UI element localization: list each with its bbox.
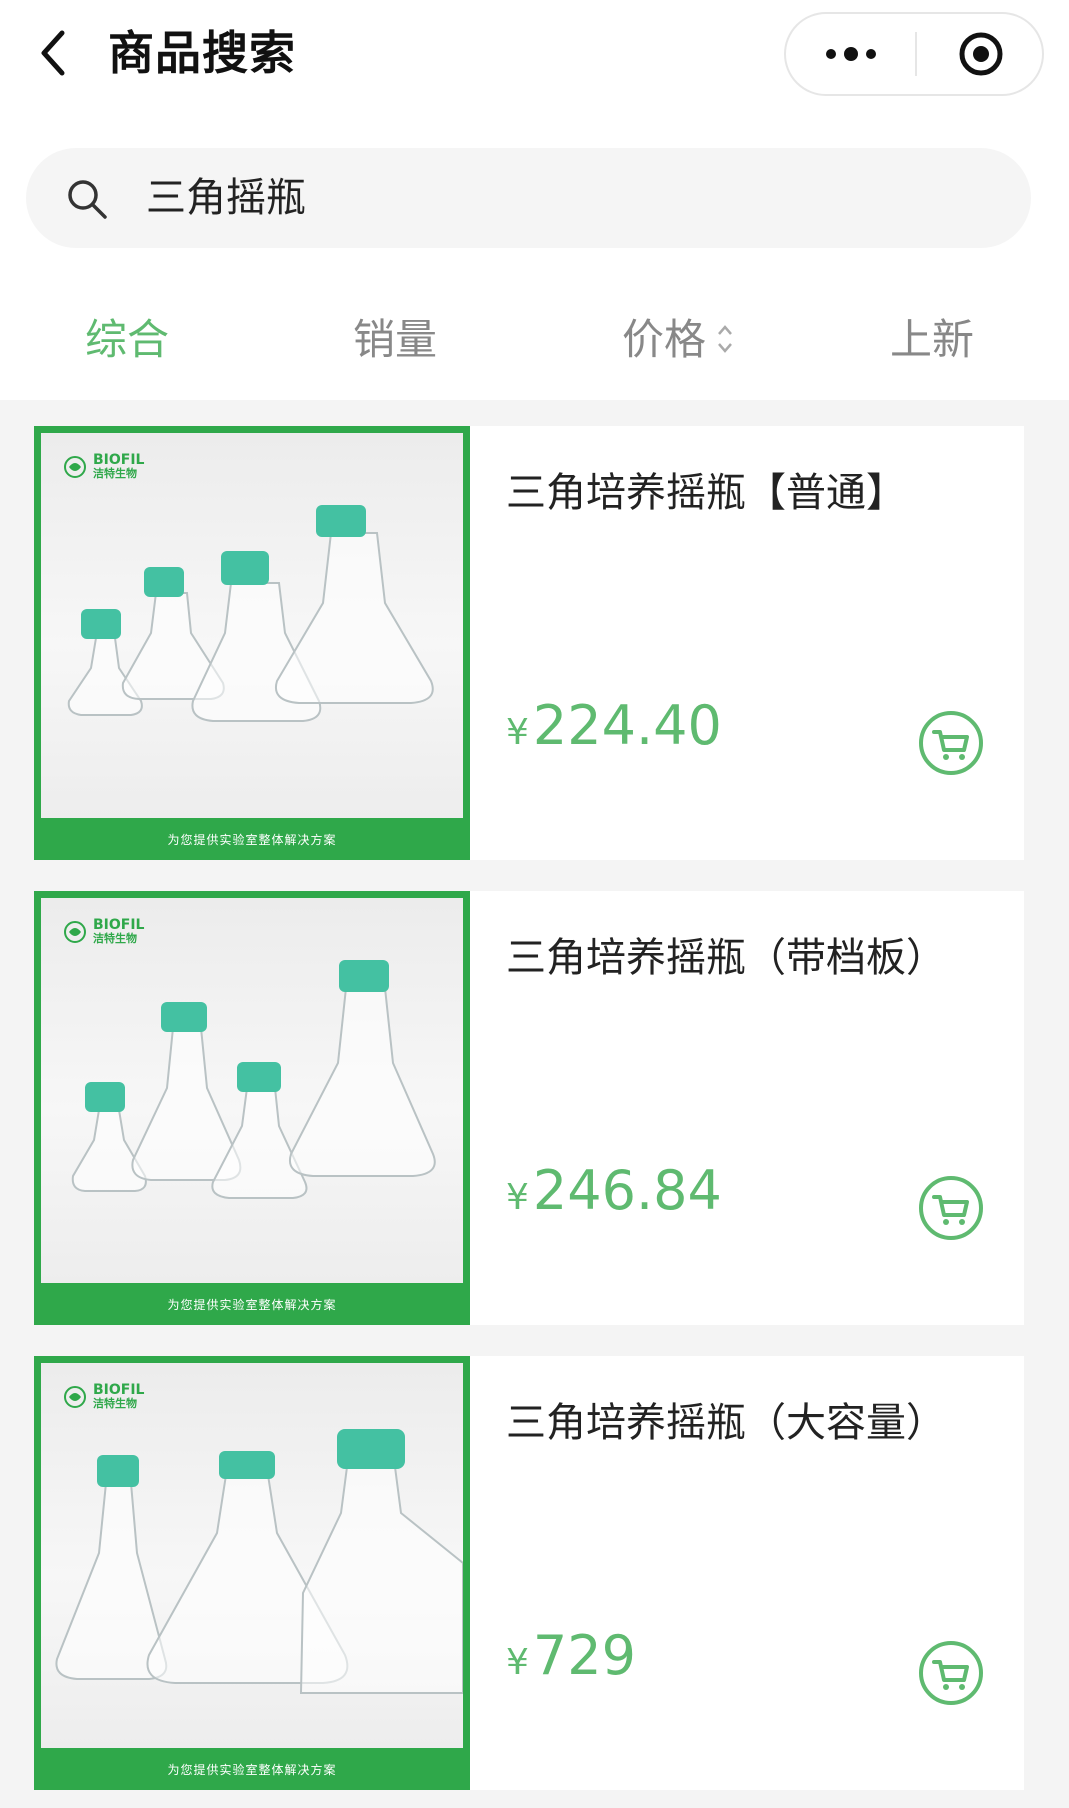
flasks-illustration: [55, 1429, 463, 1694]
tab-price[interactable]: 价格: [622, 292, 734, 388]
chevron-left-icon: [41, 30, 65, 76]
product-price: ¥224.40: [506, 694, 722, 757]
add-to-cart-icon[interactable]: [918, 710, 984, 776]
tab-comprehensive[interactable]: 综合: [85, 292, 169, 388]
product-name[interactable]: 三角培养摇瓶【普通】: [506, 460, 906, 518]
sort-arrows-icon: [718, 324, 732, 353]
close-mini-program-button[interactable]: [917, 14, 1044, 94]
search-icon: [68, 180, 107, 219]
currency-symbol: ¥: [506, 1642, 529, 1683]
price-value: 224.40: [532, 694, 722, 757]
product-name[interactable]: 三角培养摇瓶（大容量）: [506, 1390, 946, 1448]
product-banner: 为您提供实验室整体解决方案: [167, 1297, 337, 1312]
product-name[interactable]: 三角培养摇瓶（带档板）: [506, 925, 946, 983]
product-card[interactable]: BIOFIL 洁特生物 为您提供实验室整体解: [34, 426, 1024, 860]
tab-new[interactable]: 上新: [890, 292, 974, 388]
product-price: ¥246.84: [506, 1159, 722, 1222]
product-image: BIOFIL 洁特生物 为您提供实验室整体解决方案: [34, 891, 470, 1325]
sort-tabs: 综合 销量 价格 上新: [0, 292, 1069, 388]
product-image: BIOFIL 洁特生物 为您提供实验室整体解决方案: [34, 426, 470, 860]
tab-price-label: 价格: [622, 315, 707, 364]
search-input[interactable]: 三角摇瓶: [146, 148, 306, 248]
back-button[interactable]: [28, 22, 78, 84]
tab-sales[interactable]: 销量: [353, 292, 437, 388]
price-value: 729: [532, 1624, 636, 1687]
product-price: ¥729: [506, 1624, 636, 1687]
product-image: BIOFIL 洁特生物 为您提供实验室整体解决方案: [34, 1356, 470, 1790]
more-icon: [826, 47, 876, 61]
flasks-illustration: [71, 960, 436, 1199]
currency-symbol: ¥: [506, 712, 529, 753]
add-to-cart-icon[interactable]: [918, 1640, 984, 1706]
add-to-cart-icon[interactable]: [918, 1175, 984, 1241]
currency-symbol: ¥: [506, 1177, 529, 1218]
product-card[interactable]: BIOFIL 洁特生物 为您提供实验室整体解: [34, 891, 1024, 1325]
product-card[interactable]: BIOFIL 洁特生物 为您提供实验室整体解决方案 三角培养摇瓶（大容量） ¥7…: [34, 1356, 1024, 1790]
top-area: 商品搜索 三角摇瓶 综合 销量 价格 上新: [0, 0, 1069, 400]
search-bar[interactable]: 三角摇瓶: [26, 148, 1031, 248]
flasks-illustration: [67, 505, 434, 722]
price-value: 246.84: [532, 1159, 722, 1222]
page-title: 商品搜索: [108, 26, 296, 80]
target-close-icon: [959, 32, 1002, 76]
product-banner: 为您提供实验室整体解决方案: [167, 1762, 337, 1777]
product-banner: 为您提供实验室整体解决方案: [167, 832, 337, 847]
mini-program-capsule: [784, 12, 1044, 96]
more-button[interactable]: [786, 14, 916, 94]
